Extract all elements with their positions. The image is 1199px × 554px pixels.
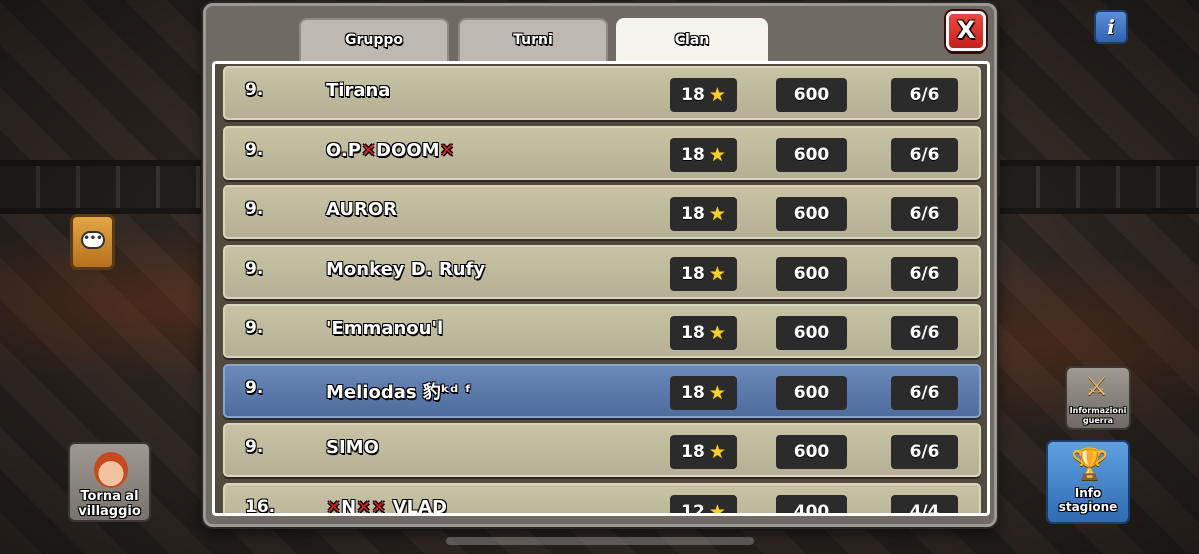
- member-name: 'Emmanou'l: [326, 318, 444, 339]
- member-stars: 12 ★: [670, 494, 737, 516]
- member-stars: 18 ★: [670, 435, 737, 469]
- member-stars: 18 ★: [670, 197, 737, 231]
- return-home-label-line1: Torna al: [80, 489, 139, 504]
- star-icon: ★: [708, 203, 726, 225]
- clan-member-row[interactable]: 9. AUROR 18 ★ 600 6/6: [223, 185, 981, 239]
- member-name: O.P✕DOOM✕: [326, 139, 455, 161]
- member-name: SIMO: [326, 437, 379, 458]
- member-rank: 9.: [245, 318, 264, 338]
- return-home-label-line2: villaggio: [78, 504, 141, 519]
- clan-member-row[interactable]: 9. 'Emmanou'l 18 ★ 600 6/6: [223, 304, 981, 358]
- star-icon: ★: [708, 500, 726, 516]
- clan-member-row[interactable]: 9. Tirana 18 ★ 600 6/6: [223, 66, 981, 120]
- member-stars: 18 ★: [670, 137, 737, 172]
- member-stars: 18 ★: [670, 256, 737, 291]
- tab-clan[interactable]: Clan: [616, 18, 768, 66]
- member-points: 600: [776, 197, 847, 231]
- star-icon: ★: [708, 143, 726, 166]
- return-home-button[interactable]: Torna al villaggio: [68, 442, 151, 522]
- member-points: 600: [776, 435, 847, 469]
- member-name: ✕N✕✕ VLAD: [326, 496, 447, 516]
- war-info-label: Informazioni guerra: [1067, 406, 1129, 426]
- star-icon: ★: [708, 84, 726, 106]
- member-rank: 9.: [245, 437, 264, 457]
- clan-member-row[interactable]: 9. Meliodas 豹ᵏᵈ ᶠ 18 ★ 600 6/6: [223, 363, 981, 418]
- war-info-label-line1: Informazioni: [1069, 406, 1127, 415]
- star-icon: ★: [708, 381, 726, 404]
- tab-gruppo[interactable]: Gruppo: [299, 18, 449, 66]
- info-button[interactable]: i: [1094, 10, 1128, 44]
- season-info-label: Info stagione: [1048, 486, 1128, 514]
- member-attacks: 4/4: [891, 494, 958, 513]
- member-points: 400: [776, 494, 847, 513]
- crossed-swords-icon: ⚔: [1085, 372, 1109, 402]
- tab-turni[interactable]: Turni: [458, 18, 608, 66]
- season-info-label-line2: stagione: [1058, 500, 1118, 514]
- member-rank: 9.: [245, 377, 264, 398]
- member-points: 600: [776, 316, 847, 350]
- member-name: Meliodas 豹ᵏᵈ ᶠ: [326, 381, 472, 403]
- star-icon: ★: [708, 441, 726, 463]
- member-stars-value: 18: [681, 204, 705, 224]
- member-attacks: 6/6: [891, 375, 958, 410]
- member-stars-value: 18: [681, 323, 705, 343]
- season-info-label-line1: Info: [1074, 486, 1102, 500]
- clan-member-row[interactable]: 9. O.P✕DOOM✕ 18 ★ 600 6/6: [223, 125, 981, 180]
- member-name: AUROR: [326, 199, 398, 220]
- member-name: Tirana: [326, 80, 391, 101]
- clan-member-row[interactable]: 9. Monkey D. Rufy 18 ★ 600 6/6: [223, 244, 981, 299]
- scroll-indicator[interactable]: [446, 537, 754, 545]
- member-rank: 9.: [245, 199, 264, 219]
- clan-member-list[interactable]: 9. Tirana 18 ★ 600 6/6 9. O.P✕DOOM✕ 18 ★ 600 6/6 9. A…: [212, 61, 990, 516]
- star-icon: ★: [708, 262, 726, 285]
- member-rank: 16.: [245, 496, 276, 516]
- member-attacks: 6/6: [891, 316, 958, 350]
- member-attacks: 6/6: [891, 78, 958, 112]
- trophy-icon: 🏆: [1071, 447, 1109, 482]
- member-stars-value: 18: [681, 85, 705, 105]
- member-rank: 9.: [245, 139, 264, 160]
- clan-member-row[interactable]: 9. SIMO 18 ★ 600 6/6: [223, 423, 981, 477]
- member-points: 600: [776, 375, 847, 410]
- member-rank: 9.: [245, 80, 264, 100]
- member-points: 600: [776, 256, 847, 291]
- clan-member-row[interactable]: 16. ✕N✕✕ VLAD 12 ★ 400 4/4: [223, 482, 981, 516]
- member-stars-value: 18: [681, 263, 705, 284]
- member-stars-value: 12: [681, 501, 705, 516]
- star-icon: ★: [708, 322, 726, 344]
- member-points: 600: [776, 137, 847, 172]
- villager-avatar-icon: [94, 452, 128, 488]
- member-rank: 9.: [245, 258, 264, 279]
- return-home-label: Torna al villaggio: [70, 489, 149, 519]
- member-stars: 18 ★: [670, 375, 737, 410]
- member-attacks: 6/6: [891, 435, 958, 469]
- member-attacks: 6/6: [891, 256, 958, 291]
- member-stars: 18 ★: [670, 78, 737, 112]
- chat-icon: •••: [81, 231, 105, 249]
- member-attacks: 6/6: [891, 137, 958, 172]
- chat-button[interactable]: •••: [70, 214, 115, 270]
- member-stars: 18 ★: [670, 316, 737, 350]
- war-info-label-line2: guerra: [1082, 416, 1114, 425]
- member-points: 600: [776, 78, 847, 112]
- member-stars-value: 18: [681, 382, 705, 403]
- member-name: Monkey D. Rufy: [326, 258, 486, 280]
- close-button[interactable]: X: [946, 11, 986, 51]
- member-attacks: 6/6: [891, 197, 958, 231]
- war-info-button[interactable]: ⚔ Informazioni guerra: [1065, 366, 1131, 430]
- season-info-button[interactable]: 🏆 Info stagione: [1046, 440, 1130, 524]
- member-stars-value: 18: [681, 442, 705, 462]
- member-stars-value: 18: [681, 144, 705, 165]
